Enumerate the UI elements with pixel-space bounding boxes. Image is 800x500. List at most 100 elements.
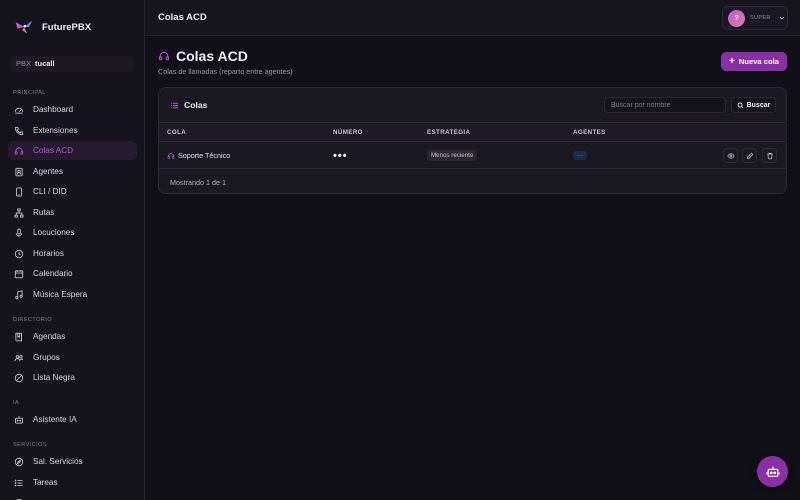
user-role: SUPER [750, 15, 771, 21]
column-header-cola[interactable]: COLA [167, 129, 186, 136]
headset-icon [167, 152, 175, 159]
page-header: Colas ACD Colas de llamadas (reparto ent… [158, 48, 293, 76]
sidebar-item-horarios[interactable]: Horarios [8, 244, 137, 263]
sidebar-item-label: Calendario [33, 269, 73, 278]
eye-icon [726, 152, 735, 159]
queue-name: Soporte Técnico [178, 151, 231, 160]
sidebar-item-label: Locuciones [33, 228, 75, 237]
microphone-icon [14, 228, 24, 238]
sidebar-item-label: Sal. Servicios [33, 457, 83, 466]
sidebar-item-label: CLI / DID [33, 187, 67, 196]
table-header: COLA NÚMERO ESTRATEGIA AGENTES [159, 122, 786, 142]
page-title: Colas ACD [176, 48, 248, 64]
sidebar-item-label: Colas ACD [33, 146, 74, 155]
sidebar-item-label: Asistente IA [33, 415, 77, 424]
sidebar-item-label: Horarios [33, 249, 64, 258]
plus-icon: + [729, 55, 735, 67]
phone-icon [14, 126, 24, 136]
sidebar-item-label: Música Espera [33, 290, 88, 299]
pbx-value: tucall [35, 59, 55, 68]
page-subtitle: Colas de llamadas (reparto entre agentes… [158, 67, 293, 76]
sidebar-item-grupos[interactable]: Grupos [8, 348, 137, 367]
card-title: Colas [184, 100, 208, 110]
view-button[interactable] [723, 148, 738, 163]
cell-agentes: ··· [573, 142, 588, 169]
sidebar-item-agendas[interactable]: Agendas [8, 327, 137, 346]
sidebar-item-sal-servicios[interactable]: Sal. Servicios [8, 452, 137, 471]
sidebar-item-label: Extensiones [33, 126, 78, 135]
sidebar: FuturePBX PBX tucall PRINCIPAL Dashboard … [0, 0, 145, 500]
sidebar-item-lista-negra[interactable]: Lista Negra [8, 368, 137, 387]
new-queue-label: Nueva cola [738, 57, 779, 66]
gauge-icon [14, 105, 24, 115]
sidebar-item-cli-did[interactable]: CLI / DID [8, 182, 137, 201]
section-servicios: SERVICIOS [13, 442, 47, 448]
sidebar-item-extensiones[interactable]: Extensiones [8, 121, 137, 140]
search-icon [737, 102, 744, 108]
sidebar-item-label: Agentes [33, 167, 64, 176]
clock-icon [14, 249, 24, 259]
table-footer: Mostrando 1 de 1 [170, 178, 226, 187]
sidebar-item-rutas[interactable]: Rutas [8, 203, 137, 222]
sidebar-item-label: Grupos [33, 353, 60, 362]
ban-icon [14, 373, 24, 383]
sidebar-item-dashboard[interactable]: Dashboard [8, 100, 137, 119]
search-input[interactable] [604, 97, 726, 113]
cell-estrategia: Menos reciente [427, 142, 478, 169]
pbx-selector[interactable]: PBX tucall [10, 56, 134, 72]
users-icon [14, 353, 24, 363]
section-directorio: DIRECTORIO [13, 317, 53, 323]
sidebar-item-label: Dashboard [33, 105, 74, 114]
avatar: ? [728, 9, 745, 27]
topbar: Colas ACD ? SUPER [145, 0, 800, 36]
mobile-icon [14, 187, 24, 197]
list-icon [14, 478, 24, 488]
section-principal: PRINCIPAL [13, 90, 46, 96]
section-ia: IA [13, 400, 20, 406]
sidebar-item-tareas[interactable]: Tareas [8, 473, 137, 492]
headset-icon [14, 146, 24, 156]
user-menu[interactable]: ? SUPER [722, 6, 788, 30]
brand-name: FuturePBX [42, 21, 92, 33]
book-icon [14, 332, 24, 342]
sitemap-icon [14, 208, 24, 218]
cell-cola: Soporte Técnico [167, 142, 230, 169]
calendar-icon [14, 269, 24, 279]
card-header: Colas Buscar [159, 88, 786, 122]
sidebar-item-colas-acd[interactable]: Colas ACD [8, 141, 137, 160]
column-header-numero[interactable]: NÚMERO [333, 129, 363, 136]
brand[interactable]: FuturePBX [14, 17, 91, 37]
sidebar-item-label: Tareas [33, 478, 58, 487]
cell-numero: ••• [333, 149, 348, 162]
robot-icon [14, 415, 24, 425]
hummingbird-logo-icon [15, 20, 33, 34]
agents-badge: ··· [573, 151, 588, 160]
topbar-title: Colas ACD [158, 12, 207, 23]
pencil-icon [746, 152, 753, 159]
edit-button[interactable] [742, 148, 757, 163]
headset-icon [158, 51, 170, 61]
trash-icon [766, 152, 773, 159]
sidebar-item-label: Lista Negra [33, 373, 75, 382]
new-queue-button[interactable]: + Nueva cola [721, 52, 787, 71]
compass-icon [14, 457, 24, 467]
strategy-badge: Menos reciente [427, 150, 478, 161]
sidebar-item-calendario[interactable]: Calendario [8, 264, 137, 283]
search-button[interactable]: Buscar [731, 97, 776, 113]
robot-icon [765, 466, 780, 477]
sidebar-item-locuciones[interactable]: Locuciones [8, 223, 137, 242]
sidebar-item-partial[interactable] [8, 493, 137, 500]
sidebar-item-asistente-ia[interactable]: Asistente IA [8, 410, 137, 429]
list-icon [170, 102, 178, 108]
chevron-down-icon [779, 16, 785, 20]
queues-card: Colas Buscar COLA NÚMERO ESTRATEGIA AGEN… [158, 87, 787, 194]
column-header-agentes[interactable]: AGENTES [573, 129, 606, 136]
table-row[interactable]: Soporte Técnico ••• Menos reciente ··· [159, 142, 786, 169]
sidebar-item-musica-espera[interactable]: Música Espera [8, 285, 137, 304]
column-header-estrategia[interactable]: ESTRATEGIA [427, 129, 470, 136]
sidebar-item-agentes[interactable]: Agentes [8, 162, 137, 181]
pbx-label: PBX [16, 59, 32, 68]
delete-button[interactable] [762, 148, 777, 163]
assistant-fab-button[interactable] [757, 456, 788, 487]
sidebar-item-label: Rutas [33, 208, 55, 217]
